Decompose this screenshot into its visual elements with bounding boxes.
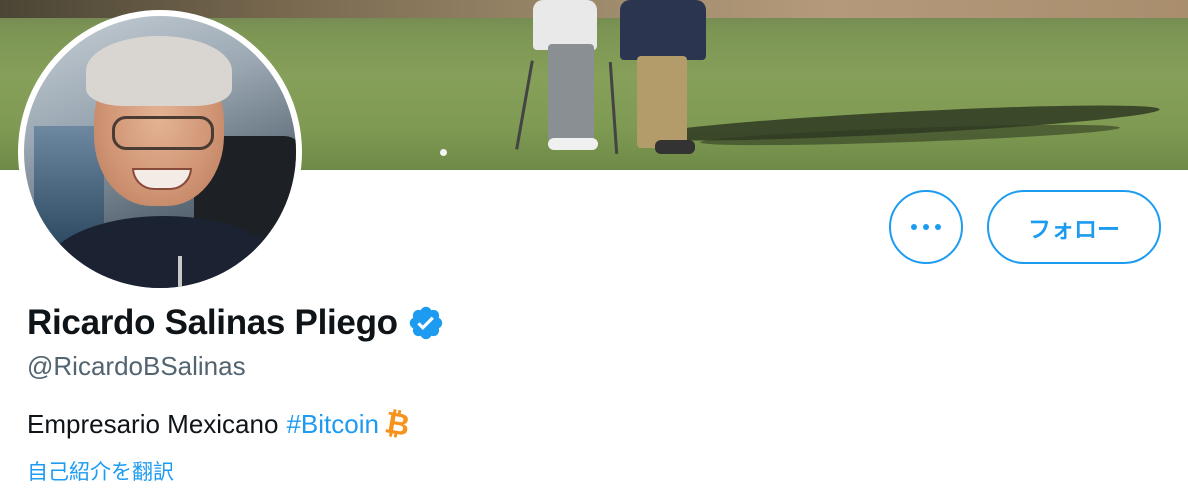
avatar-zipper	[178, 256, 182, 288]
banner-golfer	[655, 140, 695, 154]
bio-hashtag-link[interactable]: #Bitcoin	[286, 409, 379, 440]
bitcoin-icon: ₿	[382, 405, 413, 444]
verified-badge-icon[interactable]	[407, 304, 445, 342]
avatar[interactable]	[24, 16, 296, 288]
avatar-glasses	[112, 116, 214, 150]
more-horizontal-icon	[923, 224, 929, 230]
banner-golfer	[620, 0, 706, 60]
bio-text: Empresario Mexicano	[27, 409, 279, 439]
profile-handle: @RicardoBSalinas	[27, 351, 246, 381]
more-horizontal-icon	[935, 224, 941, 230]
more-horizontal-icon	[911, 224, 917, 230]
translate-bio-link[interactable]: 自己紹介を翻訳	[27, 456, 174, 486]
banner-golfer	[637, 56, 687, 148]
avatar-hair	[86, 36, 232, 106]
follow-button[interactable]: フォロー	[987, 190, 1161, 264]
more-options-button[interactable]	[889, 190, 963, 264]
banner-golfer	[548, 138, 598, 150]
golf-club	[608, 62, 619, 154]
profile-bio: Empresario Mexicano #Bitcoin ₿	[27, 405, 413, 444]
profile-name-row: Ricardo Salinas Pliego	[27, 300, 445, 346]
golf-club	[515, 60, 534, 150]
banner-golfer	[533, 0, 597, 50]
profile-name: Ricardo Salinas Pliego	[27, 303, 398, 342]
banner-golfer	[548, 44, 594, 142]
golf-ball	[440, 149, 447, 156]
